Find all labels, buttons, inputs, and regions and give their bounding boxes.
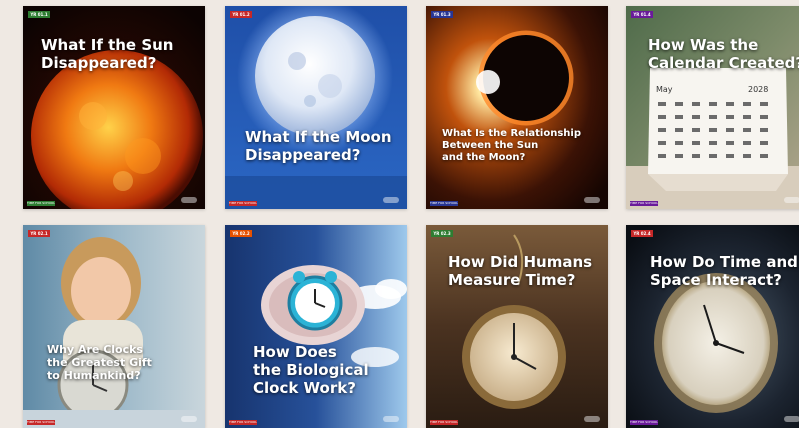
svg-text:2028: 2028 — [748, 85, 768, 94]
svg-text:May: May — [656, 85, 673, 94]
calendar-day-cell — [760, 154, 768, 158]
calendar-day-cell — [692, 141, 700, 145]
footer-tag: TIME FOR SCHOOL — [229, 201, 257, 206]
calendar-day-cell — [709, 141, 717, 145]
child-clock-icon — [23, 225, 205, 428]
series-tag: YR 02.1 — [28, 230, 50, 237]
series-tag: YR 02.4 — [631, 230, 653, 237]
calendar-day-cell — [675, 115, 683, 119]
book-card-moon[interactable]: YR 01.2 What If the Moon Disappeared? TI… — [225, 6, 407, 209]
series-tag: YR 02.2 — [230, 230, 252, 237]
calendar-day-cell — [726, 141, 734, 145]
moon-icon — [225, 6, 407, 209]
calendar-day-cell — [658, 115, 666, 119]
calendar-day-cell — [675, 102, 683, 106]
book-title: How Was the Calendar Created? — [648, 36, 799, 72]
book-title: Why Are Clocks the Greatest Gift to Huma… — [47, 343, 152, 382]
book-title: How Did Humans Measure Time? — [448, 253, 593, 289]
calendar-day-cell — [692, 102, 700, 106]
book-title: What If the Moon Disappeared? — [245, 128, 392, 164]
brain-clock-icon — [225, 225, 407, 428]
footer-tag: TIME FOR SCHOOL — [27, 201, 55, 206]
footer-tag: TIME FOR SCHOOL — [430, 420, 458, 425]
publisher-logo-icon — [181, 197, 197, 203]
calendar-day-cell — [726, 154, 734, 158]
calendar-day-cell — [709, 115, 717, 119]
calendar-day-cell — [658, 154, 666, 158]
book-card-space-clock[interactable]: YR 02.4 How Do Time and Space Interact? … — [626, 225, 799, 428]
calendar-day-cell — [743, 141, 751, 145]
calendar-day-cell — [760, 141, 768, 145]
footer-tag: TIME FOR SCHOOL — [630, 420, 658, 425]
calendar-day-cell — [675, 154, 683, 158]
footer-tag: TIME FOR SCHOOL — [630, 201, 658, 206]
book-card-calendar[interactable]: May 2028 YR 01.4 How Was the Calendar Cr… — [626, 6, 799, 209]
calendar-day-cell — [675, 141, 683, 145]
calendar-day-cell — [658, 102, 666, 106]
book-title: What If the Sun Disappeared? — [41, 36, 174, 72]
footer-tag: TIME FOR SCHOOL — [229, 420, 257, 425]
footer-tag: TIME FOR SCHOOL — [430, 201, 458, 206]
book-title: How Does the Biological Clock Work? — [253, 343, 369, 397]
calendar-day-cell — [709, 102, 717, 106]
calendar-day-cell — [743, 128, 751, 132]
publisher-logo-icon — [383, 197, 399, 203]
calendar-day-cell — [760, 102, 768, 106]
eclipse-icon — [426, 6, 608, 209]
series-tag: YR 01.3 — [431, 11, 453, 18]
calendar-day-cell — [709, 154, 717, 158]
book-title: How Do Time and Space Interact? — [650, 253, 798, 289]
series-tag: YR 01.2 — [230, 11, 252, 18]
book-title: What Is the Relationship Between the Sun… — [442, 128, 581, 163]
calendar-day-cell — [658, 128, 666, 132]
calendar-day-cell — [743, 102, 751, 106]
book-card-child-clock[interactable]: YR 02.1 Why Are Clocks the Greatest Gift… — [23, 225, 205, 428]
calendar-day-cell — [760, 128, 768, 132]
publisher-logo-icon — [784, 416, 799, 422]
publisher-logo-icon — [181, 416, 197, 422]
publisher-logo-icon — [584, 416, 600, 422]
book-cover-grid: YR 01.1 What If the Sun Disappeared? TIM… — [0, 0, 799, 428]
series-tag: YR 02.3 — [431, 230, 453, 237]
calendar-day-cell — [658, 141, 666, 145]
calendar-day-cell — [726, 115, 734, 119]
calendar-day-cell — [726, 128, 734, 132]
calendar-day-cell — [760, 115, 768, 119]
calendar-day-cell — [743, 115, 751, 119]
calendar-day-cell — [692, 128, 700, 132]
book-card-brain-clock[interactable]: YR 02.2 How Does the Biological Clock Wo… — [225, 225, 407, 428]
book-card-sun[interactable]: YR 01.1 What If the Sun Disappeared? TIM… — [23, 6, 205, 209]
publisher-logo-icon — [784, 197, 799, 203]
calendar-day-cell — [692, 154, 700, 158]
series-tag: YR 01.4 — [631, 11, 653, 18]
calendar-day-cell — [675, 128, 683, 132]
publisher-logo-icon — [584, 197, 600, 203]
calendar-day-cell — [692, 115, 700, 119]
series-tag: YR 01.1 — [28, 11, 50, 18]
book-card-pocket-watch[interactable]: YR 02.3 How Did Humans Measure Time? TIM… — [426, 225, 608, 428]
footer-tag: TIME FOR SCHOOL — [27, 420, 55, 425]
calendar-day-cell — [743, 154, 751, 158]
calendar-day-cell — [709, 128, 717, 132]
calendar-day-cell — [726, 102, 734, 106]
publisher-logo-icon — [383, 416, 399, 422]
book-card-eclipse[interactable]: YR 01.3 What Is the Relationship Between… — [426, 6, 608, 209]
